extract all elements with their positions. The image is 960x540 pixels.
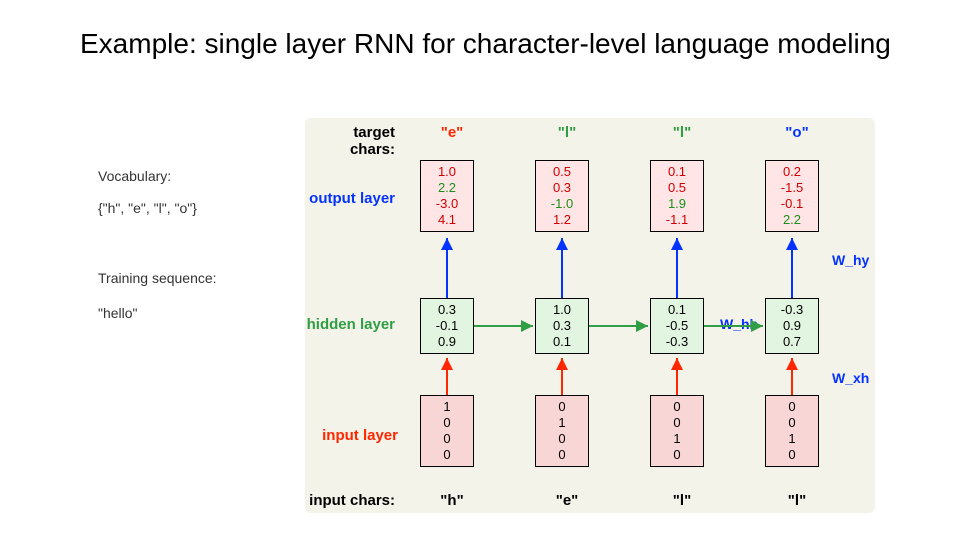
weight-wxh-label: W_xh bbox=[832, 370, 869, 386]
target-chars-label: target chars: bbox=[305, 124, 395, 158]
hidden-layer-label: hidden layer bbox=[305, 316, 395, 333]
vocab-set: {"h", "e", "l", "o"} bbox=[98, 200, 197, 216]
input-char: "e" bbox=[535, 492, 599, 509]
vocab-label: Vocabulary: bbox=[98, 168, 171, 184]
input-vector: 0010 bbox=[765, 395, 819, 467]
input-chars-label: input chars: bbox=[305, 492, 395, 509]
output-vector: 0.2-1.5-0.12.2 bbox=[765, 160, 819, 232]
target-char: "o" bbox=[765, 124, 829, 141]
hidden-vector: 0.1-0.5-0.3 bbox=[650, 298, 704, 354]
input-vector: 1000 bbox=[420, 395, 474, 467]
output-vector: 0.50.3-1.01.2 bbox=[535, 160, 589, 232]
hidden-vector: 0.3-0.10.9 bbox=[420, 298, 474, 354]
hidden-vector: 1.00.30.1 bbox=[535, 298, 589, 354]
input-layer-label: input layer bbox=[308, 427, 398, 444]
input-vector: 0100 bbox=[535, 395, 589, 467]
weight-why-label: W_hy bbox=[832, 252, 869, 268]
target-char: "l" bbox=[535, 124, 599, 141]
train-label: Training sequence: bbox=[98, 270, 217, 286]
input-char: "l" bbox=[650, 492, 714, 509]
input-char: "h" bbox=[420, 492, 484, 509]
page-title: Example: single layer RNN for character-… bbox=[80, 28, 891, 60]
target-char: "l" bbox=[650, 124, 714, 141]
train-sequence: "hello" bbox=[98, 305, 138, 321]
weight-whh-label: W_hh bbox=[720, 316, 758, 332]
input-char: "l" bbox=[765, 492, 829, 509]
output-vector: 1.02.2-3.04.1 bbox=[420, 160, 474, 232]
input-vector: 0010 bbox=[650, 395, 704, 467]
output-layer-label: output layer bbox=[305, 190, 395, 207]
target-char: "e" bbox=[420, 124, 484, 141]
hidden-vector: -0.30.90.7 bbox=[765, 298, 819, 354]
output-vector: 0.10.51.9-1.1 bbox=[650, 160, 704, 232]
